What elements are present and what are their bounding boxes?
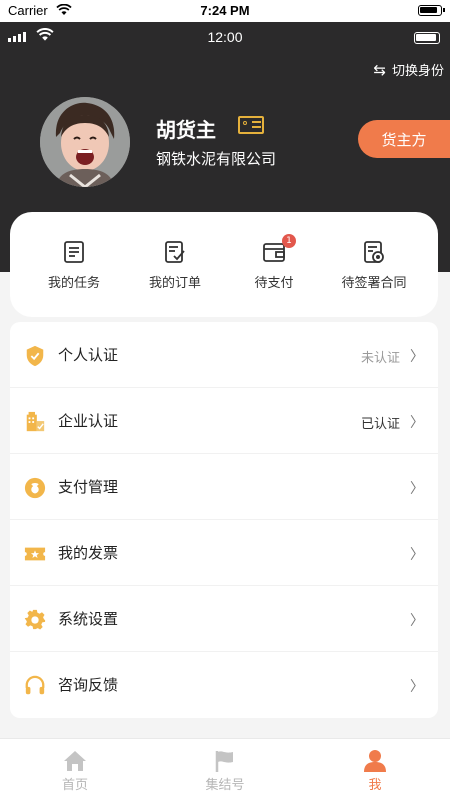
verification-status: 已认证 <box>360 417 400 432</box>
menu-item-my-invoices[interactable]: 我的发票 〉 <box>10 520 438 586</box>
gear-icon <box>24 609 46 630</box>
battery-icon <box>418 5 445 16</box>
switch-identity-button[interactable]: ⇆ 切换身份 <box>373 60 444 80</box>
person-icon <box>364 750 386 772</box>
app-status-bar: 12:00 <box>0 22 450 52</box>
swap-arrows-icon: ⇆ <box>373 60 386 79</box>
menu-item-payment-management[interactable]: 支付管理 〉 <box>10 454 438 520</box>
menu-item-label: 支付管理 <box>58 478 119 496</box>
quick-action-my-orders[interactable]: 我的订单 <box>125 212 225 317</box>
tab-me[interactable]: 我 <box>300 739 450 800</box>
order-icon <box>165 241 185 263</box>
money-bag-icon <box>24 477 46 499</box>
contract-icon <box>364 241 384 263</box>
quick-action-label: 待签署合同 <box>341 276 407 291</box>
menu-item-personal-verification[interactable]: 个人认证 未认证 〉 <box>10 322 438 388</box>
quick-action-pending-contracts[interactable]: 待签署合同 <box>324 212 424 317</box>
menu-item-label: 企业认证 <box>58 412 119 430</box>
tab-label: 集结号 <box>205 778 245 793</box>
chevron-right-icon: 〉 <box>410 349 424 365</box>
menu-item-label: 我的发票 <box>58 544 119 562</box>
settings-menu: 个人认证 未认证 〉 企业认证 已认证 〉 支付管理 〉 我的发票 〉 系统设置… <box>10 322 438 718</box>
avatar[interactable] <box>40 97 130 187</box>
building-icon <box>26 411 45 432</box>
quick-action-label: 待支付 <box>254 276 294 291</box>
chevron-right-icon: 〉 <box>410 613 424 629</box>
quick-actions-card: 我的任务 我的订单 1 待支付 待签署合同 <box>10 212 438 317</box>
quick-action-my-tasks[interactable]: 我的任务 <box>24 212 124 317</box>
menu-item-consult-feedback[interactable]: 咨询反馈 〉 <box>10 652 438 718</box>
chevron-right-icon: 〉 <box>410 679 424 695</box>
app-time: 12:00 <box>207 29 243 45</box>
quick-action-label: 我的订单 <box>148 276 201 291</box>
company-name: 钢铁水泥有限公司 <box>156 150 277 168</box>
invoice-ticket-icon <box>24 547 46 561</box>
menu-item-label: 咨询反馈 <box>58 676 119 694</box>
flag-icon <box>215 751 233 772</box>
switch-identity-label: 切换身份 <box>391 64 444 79</box>
tab-label: 首页 <box>61 778 88 793</box>
menu-item-system-settings[interactable]: 系统设置 〉 <box>10 586 438 652</box>
quick-action-label: 我的任务 <box>47 276 100 291</box>
bottom-tab-bar: 首页 集结号 我 <box>0 738 450 800</box>
device-time: 7:24 PM <box>200 3 250 18</box>
quick-action-pending-payment[interactable]: 1 待支付 <box>224 212 324 317</box>
tab-home[interactable]: 首页 <box>0 739 150 800</box>
role-tag[interactable]: 货主方 <box>358 120 450 158</box>
user-name: 胡货主 <box>156 118 216 142</box>
chevron-right-icon: 〉 <box>410 481 424 497</box>
battery-icon <box>414 32 440 44</box>
avatar-photo <box>40 97 130 187</box>
menu-item-company-verification[interactable]: 企业认证 已认证 〉 <box>10 388 438 454</box>
home-icon <box>64 751 86 771</box>
device-status-bar: Carrier 7:24 PM <box>0 0 450 22</box>
chevron-right-icon: 〉 <box>410 415 424 431</box>
chevron-right-icon: 〉 <box>410 547 424 563</box>
tab-rally[interactable]: 集结号 <box>150 739 300 800</box>
tab-label: 我 <box>368 778 382 793</box>
menu-item-label: 个人认证 <box>58 346 119 364</box>
verification-status: 未认证 <box>360 351 400 366</box>
id-card-icon[interactable] <box>238 116 264 134</box>
task-list-icon <box>64 241 84 263</box>
notification-badge: 1 <box>282 234 296 248</box>
shield-check-icon <box>26 345 44 367</box>
menu-item-label: 系统设置 <box>58 610 119 628</box>
headset-icon <box>25 675 45 695</box>
